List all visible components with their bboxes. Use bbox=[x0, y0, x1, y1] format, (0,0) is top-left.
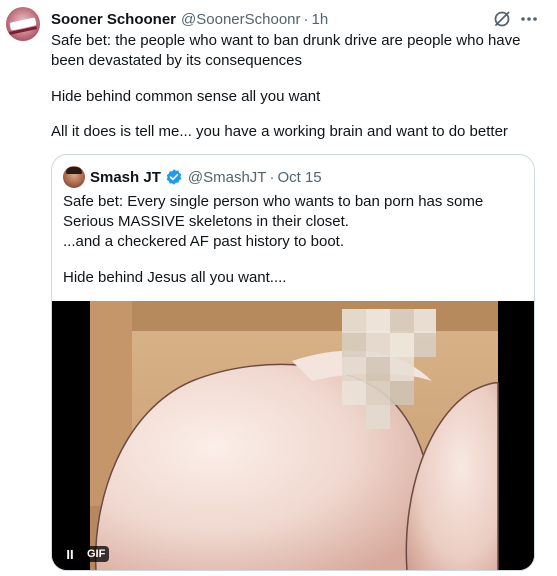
quoted-tweet[interactable]: Smash JT @SmashJT · Oct 15 Safe bet: Eve… bbox=[51, 154, 535, 571]
gif-badge: GIF bbox=[83, 546, 110, 562]
tweet-paragraph: Hide behind common sense all you want bbox=[51, 88, 321, 105]
author-handle[interactable]: @SoonerSchoonr bbox=[181, 11, 300, 28]
verified-icon bbox=[166, 169, 182, 185]
tweet-time[interactable]: 1h bbox=[312, 11, 329, 28]
quoted-avatar-hair bbox=[66, 167, 82, 174]
tweet-paragraph: All it does is tell me... you have a wor… bbox=[51, 123, 508, 140]
avatar[interactable] bbox=[6, 7, 40, 41]
quoted-date[interactable]: Oct 15 bbox=[277, 169, 321, 186]
tweet-header: Sooner Schooner @SoonerSchoonr · 1h bbox=[51, 9, 328, 29]
author-name[interactable]: Sooner Schooner bbox=[51, 11, 176, 28]
quoted-line: ...and a checkered AF past history to bo… bbox=[63, 233, 344, 250]
gif-controls: II GIF bbox=[63, 544, 110, 564]
more-icon[interactable] bbox=[518, 9, 540, 29]
tweet[interactable]: Sooner Schooner @SoonerSchoonr · 1h Safe… bbox=[0, 0, 557, 576]
quoted-avatar[interactable] bbox=[63, 166, 85, 188]
quoted-author-name[interactable]: Smash JT bbox=[90, 169, 161, 186]
tweet-paragraph: Safe bet: the people who want to ban dru… bbox=[51, 32, 521, 69]
gif-media[interactable]: II GIF bbox=[52, 301, 534, 570]
quoted-header: Smash JT @SmashJT · Oct 15 bbox=[90, 167, 322, 187]
separator: · bbox=[303, 10, 309, 28]
grok-icon[interactable] bbox=[492, 9, 512, 29]
separator: · bbox=[269, 168, 275, 186]
pause-icon[interactable]: II bbox=[63, 546, 77, 562]
quoted-author-handle[interactable]: @SmashJT bbox=[188, 169, 267, 186]
gif-frame bbox=[52, 301, 534, 570]
quoted-line: Hide behind Jesus all you want.... bbox=[63, 269, 287, 286]
quoted-line: Safe bet: Every single person who wants … bbox=[63, 193, 484, 230]
